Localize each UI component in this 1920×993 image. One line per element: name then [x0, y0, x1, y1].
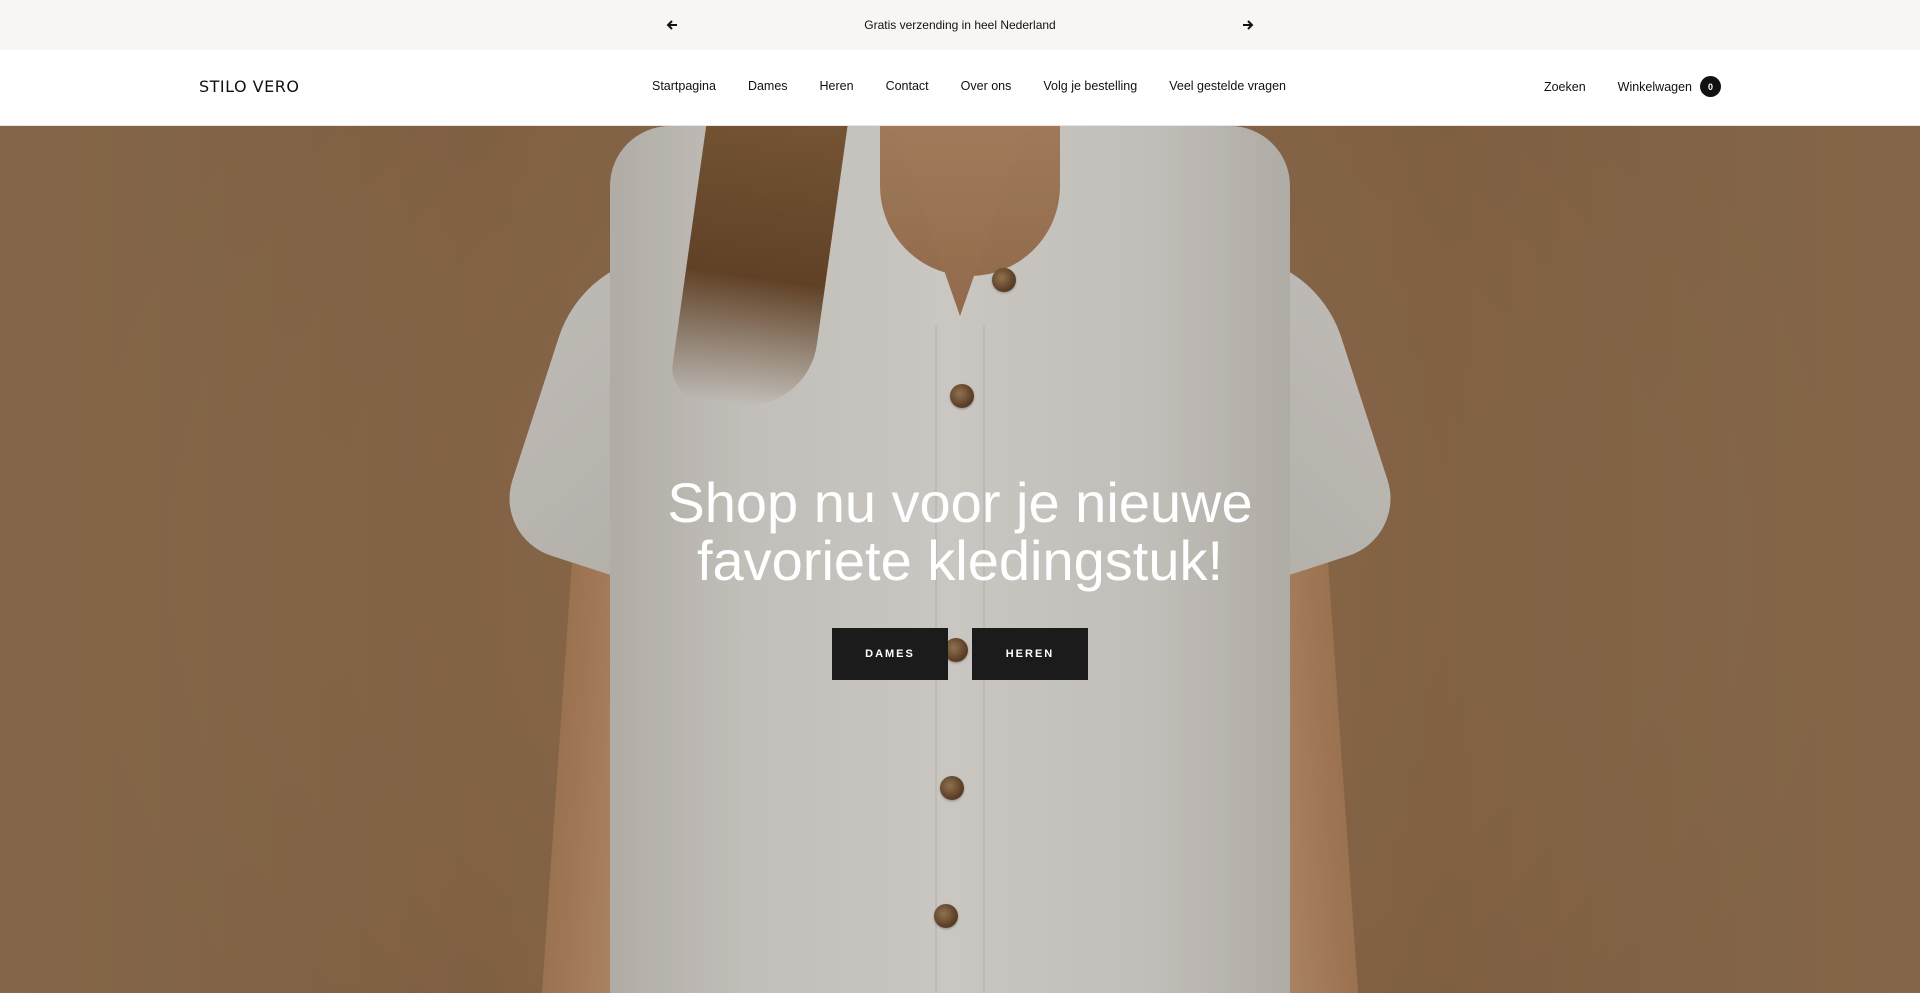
site-header: STILO VERO Startpagina Dames Heren Conta… [0, 50, 1920, 126]
announcement-message: Gratis verzending in heel Nederland [864, 18, 1056, 32]
dames-button[interactable]: DAMES [832, 628, 948, 680]
cart-link[interactable]: Winkelwagen [1618, 80, 1692, 94]
search-link[interactable]: Zoeken [1544, 80, 1586, 94]
hero-title: Shop nu voor je nieuwe favoriete kleding… [0, 474, 1920, 590]
hero-title-line-1: Shop nu voor je nieuwe [667, 471, 1253, 534]
main-nav: Startpagina Dames Heren Contact Over ons… [652, 79, 1286, 93]
nav-item-dames[interactable]: Dames [748, 79, 788, 93]
arrow-left-icon[interactable] [660, 13, 684, 37]
nav-item-contact[interactable]: Contact [886, 79, 929, 93]
announcement-bar: Gratis verzending in heel Nederland [0, 0, 1920, 50]
hero-buttons: DAMES HEREN [0, 628, 1920, 680]
nav-item-volg-bestelling[interactable]: Volg je bestelling [1043, 79, 1137, 93]
hero-content: Shop nu voor je nieuwe favoriete kleding… [0, 474, 1920, 680]
nav-item-over-ons[interactable]: Over ons [961, 79, 1012, 93]
heren-button[interactable]: HEREN [972, 628, 1088, 680]
logo[interactable]: STILO VERO [199, 77, 299, 96]
announcement-inner: Gratis verzending in heel Nederland [660, 13, 1260, 37]
arrow-right-icon[interactable] [1236, 13, 1260, 37]
hero-title-line-2: favoriete kledingstuk! [696, 529, 1224, 592]
cart-count-badge[interactable]: 0 [1700, 76, 1721, 97]
nav-item-faq[interactable]: Veel gestelde vragen [1169, 79, 1286, 93]
nav-item-heren[interactable]: Heren [820, 79, 854, 93]
header-actions: Zoeken Winkelwagen 0 [1544, 76, 1721, 97]
hero-banner: Shop nu voor je nieuwe favoriete kleding… [0, 126, 1920, 993]
nav-item-startpagina[interactable]: Startpagina [652, 79, 716, 93]
